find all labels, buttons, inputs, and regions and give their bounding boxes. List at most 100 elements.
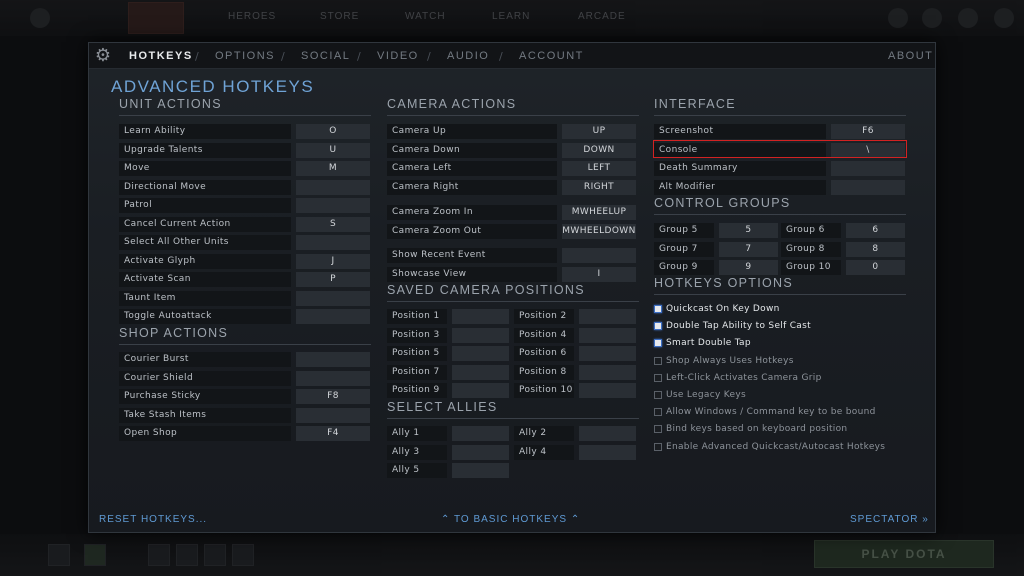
reset-hotkeys-link[interactable]: RESET HOTKEYS... bbox=[99, 514, 207, 525]
option-checkbox-row[interactable]: Enable Advanced Quickcast/Autocast Hotke… bbox=[654, 440, 914, 454]
control-group-row: Group 7 7 bbox=[654, 241, 778, 257]
hotkey-label: Open Shop bbox=[119, 426, 291, 441]
background-power-icon bbox=[994, 8, 1014, 28]
checkbox-unchecked[interactable] bbox=[654, 356, 662, 365]
hotkey-binding-button[interactable] bbox=[562, 248, 636, 263]
option-checkbox-row[interactable]: Bind keys based on keyboard position bbox=[654, 422, 914, 436]
hotkey-binding-button[interactable] bbox=[579, 364, 636, 380]
option-checkbox-row[interactable]: Quickcast On Key Down bbox=[654, 302, 914, 316]
hotkey-binding-button[interactable]: S bbox=[296, 216, 370, 232]
hotkey-binding-button[interactable] bbox=[296, 352, 370, 367]
control-group-row: Group 6 6 bbox=[781, 223, 905, 238]
hotkey-binding-button[interactable]: J bbox=[296, 253, 370, 269]
option-checkbox-row[interactable]: Allow Windows / Command key to be bound bbox=[654, 405, 914, 419]
chevron-up-icon: ⌃ bbox=[567, 514, 581, 525]
hotkey-binding-button[interactable]: 5 bbox=[719, 223, 778, 238]
dota-logo bbox=[128, 2, 184, 34]
tab-options[interactable]: OPTIONS bbox=[215, 50, 275, 62]
hotkey-binding-button[interactable] bbox=[452, 426, 509, 441]
hotkey-binding-button[interactable] bbox=[452, 346, 509, 361]
option-checkbox-row[interactable]: Double Tap Ability to Self Cast bbox=[654, 319, 914, 333]
hotkey-binding-button[interactable] bbox=[831, 161, 905, 176]
tab-social[interactable]: SOCIAL bbox=[301, 50, 350, 62]
hotkey-binding-button[interactable]: UP bbox=[562, 124, 636, 139]
tab-audio[interactable]: AUDIO bbox=[447, 50, 489, 62]
console-highlight bbox=[653, 140, 907, 158]
hotkey-binding-button[interactable] bbox=[579, 327, 636, 343]
tab-account[interactable]: ACCOUNT bbox=[519, 50, 584, 62]
tab-hotkeys[interactable]: HOTKEYS bbox=[129, 50, 193, 62]
checkbox-unchecked[interactable] bbox=[654, 442, 662, 451]
hotkey-binding-button[interactable] bbox=[296, 370, 370, 386]
interface-row: Alt Modifier bbox=[654, 179, 905, 195]
hotkey-binding-button[interactable]: 8 bbox=[846, 241, 905, 257]
select-ally-row: Ally 1 bbox=[387, 426, 509, 441]
hotkey-binding-button[interactable] bbox=[452, 327, 509, 343]
hotkey-binding-button[interactable]: MWHEELDOWN bbox=[562, 223, 636, 239]
hotkey-binding-button[interactable]: P bbox=[296, 272, 370, 287]
camera-action-row: Show Recent Event bbox=[387, 248, 636, 263]
hotkey-binding-button[interactable] bbox=[579, 383, 636, 398]
option-checkbox-row[interactable]: Shop Always Uses Hotkeys bbox=[654, 354, 914, 368]
hotkey-binding-button[interactable]: I bbox=[562, 266, 636, 282]
hotkey-binding-button[interactable] bbox=[452, 364, 509, 380]
hotkey-binding-button[interactable] bbox=[452, 383, 509, 398]
hotkey-binding-button[interactable] bbox=[296, 235, 370, 250]
hotkey-binding-button[interactable] bbox=[452, 463, 509, 478]
hotkey-binding-button[interactable]: 9 bbox=[719, 260, 778, 275]
hotkey-binding-button[interactable] bbox=[296, 179, 370, 195]
option-checkbox-row[interactable]: Use Legacy Keys bbox=[654, 388, 914, 402]
hotkey-binding-button[interactable] bbox=[296, 290, 370, 306]
basic-hotkeys-link[interactable]: ⌃ TO BASIC HOTKEYS ⌃ bbox=[441, 514, 580, 525]
hotkey-binding-button[interactable] bbox=[452, 309, 509, 324]
hotkey-binding-button[interactable] bbox=[579, 346, 636, 361]
hotkey-binding-button[interactable]: DOWN bbox=[562, 142, 636, 158]
hotkey-binding-button[interactable] bbox=[579, 444, 636, 460]
hotkey-binding-button[interactable]: F8 bbox=[296, 389, 370, 404]
gear-icon[interactable]: ⚙ bbox=[93, 46, 113, 66]
checkbox-unchecked[interactable] bbox=[654, 425, 662, 434]
checkbox-unchecked[interactable] bbox=[654, 408, 662, 417]
hotkey-binding-button[interactable]: M bbox=[296, 161, 370, 176]
checkbox-unchecked[interactable] bbox=[654, 391, 662, 399]
option-checkbox-row[interactable]: Smart Double Tap bbox=[654, 336, 914, 350]
hotkey-binding-button[interactable]: U bbox=[296, 142, 370, 158]
hotkey-label: Ally 4 bbox=[514, 444, 574, 460]
tab-about[interactable]: ABOUT bbox=[888, 50, 933, 62]
hotkey-binding-button[interactable] bbox=[296, 309, 370, 324]
bg-party-slot bbox=[84, 544, 106, 566]
hotkey-binding-button[interactable]: LEFT bbox=[562, 161, 636, 176]
checkbox-checked[interactable] bbox=[654, 322, 662, 331]
hotkey-binding-button[interactable]: 6 bbox=[846, 223, 905, 238]
hotkey-label: Position 1 bbox=[387, 309, 447, 324]
hotkey-binding-button[interactable]: RIGHT bbox=[562, 179, 636, 195]
checkbox-checked[interactable] bbox=[654, 339, 662, 348]
hotkey-binding-button[interactable]: F4 bbox=[296, 426, 370, 441]
checkbox-checked[interactable] bbox=[654, 305, 662, 313]
hotkey-label: Group 7 bbox=[654, 241, 714, 257]
hotkey-label: Screenshot bbox=[654, 124, 826, 139]
camera-action-row: Camera Zoom Out MWHEELDOWN bbox=[387, 223, 636, 239]
option-label: Shop Always Uses Hotkeys bbox=[666, 355, 794, 366]
hotkey-binding-button[interactable] bbox=[452, 444, 509, 460]
hotkey-binding-button[interactable]: 0 bbox=[846, 260, 905, 275]
hotkey-binding-button[interactable] bbox=[296, 407, 370, 423]
hotkey-binding-button[interactable]: F6 bbox=[831, 124, 905, 139]
hotkey-binding-button[interactable] bbox=[296, 198, 370, 213]
option-checkbox-row[interactable]: Left-Click Activates Camera Grip bbox=[654, 371, 914, 385]
hotkey-binding-button[interactable]: MWHEELUP bbox=[562, 205, 636, 220]
tab-video[interactable]: VIDEO bbox=[377, 50, 419, 62]
camera-position-row: Position 7 bbox=[387, 364, 509, 380]
hotkey-label: Showcase View bbox=[387, 266, 557, 282]
hotkey-binding-button[interactable] bbox=[831, 179, 905, 195]
hotkey-binding-button[interactable] bbox=[579, 426, 636, 441]
hotkey-binding-button[interactable]: 7 bbox=[719, 241, 778, 257]
nav-separator: / bbox=[281, 50, 285, 63]
hotkey-binding-button[interactable]: O bbox=[296, 124, 370, 139]
section-divider bbox=[119, 344, 371, 345]
camera-position-row: Position 8 bbox=[514, 364, 636, 380]
hotkey-label: Alt Modifier bbox=[654, 179, 826, 195]
checkbox-unchecked[interactable] bbox=[654, 373, 662, 382]
hotkey-binding-button[interactable] bbox=[579, 309, 636, 324]
spectator-link[interactable]: SPECTATOR » bbox=[850, 514, 929, 525]
